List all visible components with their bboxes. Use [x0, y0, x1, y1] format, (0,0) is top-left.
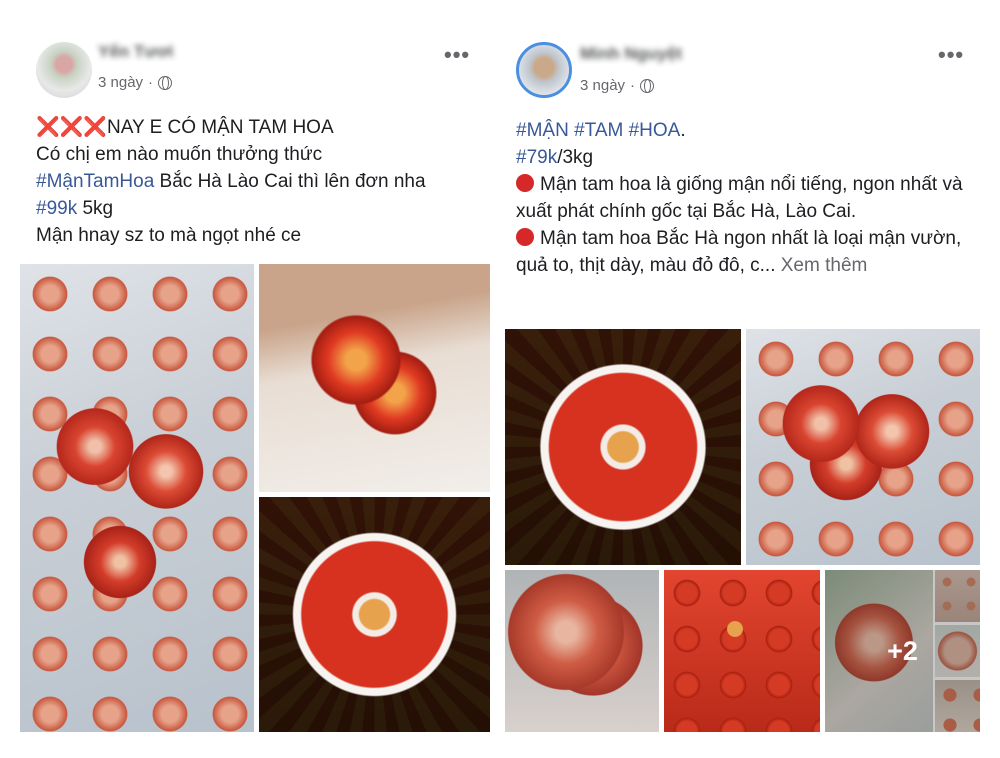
- globe-icon[interactable]: [158, 75, 173, 90]
- post-line: #MậnTamHoa Bắc Hà Lào Cai thì lên đơn nh…: [36, 168, 486, 195]
- photo-plum-close[interactable]: [505, 570, 659, 732]
- hashtag-link[interactable]: #MậnTamHoa: [36, 171, 154, 192]
- post-line: Mận tam hoa Bắc Hà ngon nhất là loại mận…: [516, 225, 986, 279]
- avatar[interactable]: [36, 42, 92, 98]
- line-text: NAY E CÓ MẬN TAM HOA: [106, 117, 334, 138]
- post-header: Yến Tươi 3 ngày · •••: [0, 30, 500, 110]
- line-text: Mận hnay sz to mà ngọt nhé ce: [36, 225, 302, 246]
- photo-plum-plate[interactable]: [259, 497, 490, 732]
- red-circle-icon: [516, 174, 534, 192]
- line-text: /3kg: [557, 147, 594, 168]
- meta-separator: ·: [630, 77, 636, 94]
- photo-more-group[interactable]: +2: [825, 570, 980, 732]
- line-text: 5kg: [77, 198, 114, 219]
- line-text: Bắc Hà Lào Cai thì lên đơn nha: [154, 171, 426, 192]
- globe-icon[interactable]: [640, 78, 655, 93]
- post-meta: 3 ngày ·: [580, 77, 655, 94]
- red-x-icon: ❌❌❌: [36, 117, 107, 138]
- hashtag-link[interactable]: #79k: [516, 147, 557, 168]
- post-time[interactable]: 3 ngày: [98, 74, 143, 91]
- feed-post-2: Minh Nguyệt 3 ngày · ••• #MẬN #TAM #HOA.…: [500, 0, 1000, 758]
- more-horizontal-icon[interactable]: •••: [938, 42, 964, 68]
- meta-separator: ·: [148, 74, 154, 91]
- hashtag-link[interactable]: #99k: [36, 198, 77, 219]
- more-horizontal-icon[interactable]: •••: [444, 42, 470, 68]
- see-more-link[interactable]: Xem thêm: [781, 255, 868, 276]
- post-line: Mận hnay sz to mà ngọt nhé ce: [36, 222, 486, 249]
- line-text: Mận tam hoa là giống mận nổi tiếng, ngon…: [516, 174, 963, 222]
- author-name[interactable]: Yến Tươi: [98, 42, 173, 62]
- more-photos-count[interactable]: +2: [825, 570, 980, 732]
- feed-post-1: Yến Tươi 3 ngày · ••• ❌❌❌NAY E CÓ MẬN TA…: [0, 0, 500, 758]
- line-text: Có chị em nào muốn thưởng thức: [36, 144, 323, 165]
- avatar[interactable]: [516, 42, 572, 98]
- line-text: .: [680, 120, 686, 141]
- post-line: Mận tam hoa là giống mận nổi tiếng, ngon…: [516, 171, 986, 225]
- post-line: Có chị em nào muốn thưởng thức: [36, 141, 486, 168]
- photo-plums-bag[interactable]: [20, 264, 254, 732]
- post-body: #MẬN #TAM #HOA. #79k/3kg Mận tam hoa là …: [516, 117, 986, 279]
- hashtag-link[interactable]: #MẬN #TAM #HOA: [516, 120, 680, 141]
- post-line: ❌❌❌NAY E CÓ MẬN TAM HOA: [36, 114, 486, 141]
- photo-salt-plums[interactable]: [664, 570, 820, 732]
- post-header: Minh Nguyệt 3 ngày · •••: [500, 30, 1000, 110]
- post-line: #MẬN #TAM #HOA.: [516, 117, 986, 144]
- post-time[interactable]: 3 ngày: [580, 77, 625, 94]
- red-circle-icon: [516, 228, 534, 246]
- post-line: #79k/3kg: [516, 144, 986, 171]
- post-line: #99k 5kg: [36, 195, 486, 222]
- photo-cut-plum[interactable]: [259, 264, 490, 492]
- photo-plum-plate[interactable]: [505, 329, 741, 565]
- author-name[interactable]: Minh Nguyệt: [580, 44, 682, 64]
- photo-plums-bag[interactable]: [746, 329, 980, 565]
- post-body: ❌❌❌NAY E CÓ MẬN TAM HOA Có chị em nào mu…: [36, 114, 486, 249]
- post-meta: 3 ngày ·: [98, 74, 173, 91]
- line-text: Mận tam hoa Bắc Hà ngon nhất là loại mận…: [516, 228, 962, 276]
